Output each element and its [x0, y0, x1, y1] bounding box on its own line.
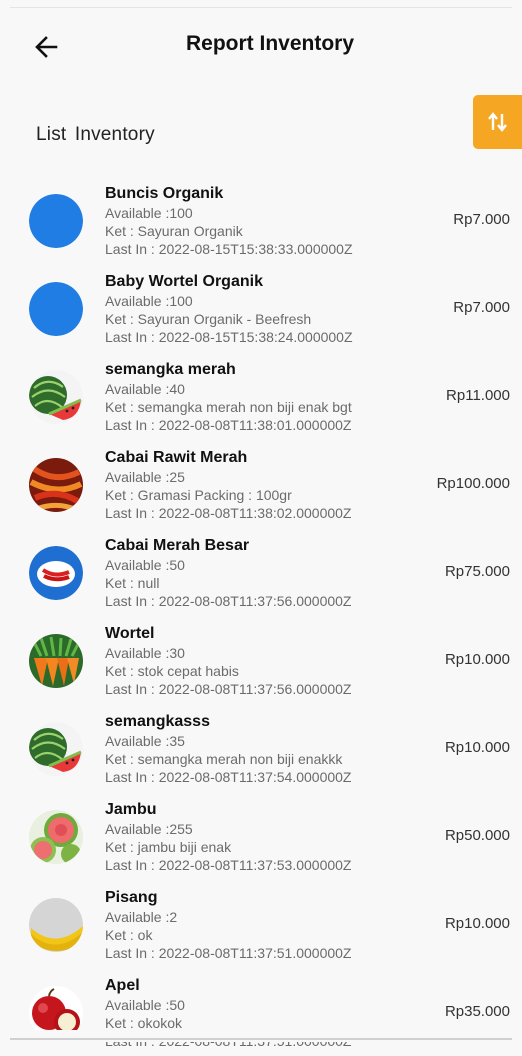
product-price: Rp11.000: [446, 387, 510, 404]
product-last-in: Last In : 2022-08-08T11:37:56.000000Z: [105, 593, 352, 609]
product-ket: Ket : jambu biji enak: [105, 839, 232, 855]
product-name: Jambu: [105, 801, 157, 818]
product-info: Cabai Merah Besar Available :50 Ket : null…: [105, 534, 425, 610]
product-info: semangka merah Available :40 Ket : semangk…: [105, 358, 425, 434]
product-available: Available :255: [105, 821, 193, 837]
product-name: Wortel: [105, 625, 155, 642]
product-ket: Ket : semangka merah non biji enakkk: [105, 751, 343, 767]
product-last-in: Last In : 2022-08-08T11:38:01.000000Z: [105, 417, 352, 433]
product-available: Available :25: [105, 469, 185, 485]
product-ket: Ket : stok cepat habis: [105, 663, 239, 679]
product-name: Cabai Merah Besar: [105, 537, 250, 554]
product-name: Apel: [105, 977, 140, 994]
list-item[interactable]: semangkasss Available :35 Ket : semangka m…: [0, 710, 522, 792]
product-price: Rp10.000: [444, 915, 510, 932]
nav-divider: [10, 1038, 512, 1040]
product-name: Baby Wortel Organik: [105, 273, 263, 290]
product-ket: Ket : semangka merah non biji enak bgt: [105, 399, 352, 415]
product-price: Rp10.000: [444, 739, 510, 756]
product-image: [29, 282, 83, 336]
product-available: Available :40: [105, 381, 185, 397]
product-price: Rp75.000: [444, 563, 510, 580]
product-info: Baby Wortel Organik Available :100 Ket : S…: [105, 270, 425, 346]
product-last-in: Last In : 2022-08-08T11:37:51.000000Z: [105, 945, 352, 961]
product-image: [29, 458, 83, 512]
product-price: Rp10.000: [444, 651, 510, 668]
product-info: Buncis Organik Available :100 Ket : Sayura…: [105, 182, 425, 258]
product-available: Available :50: [105, 557, 185, 573]
product-ket: Ket : null: [105, 575, 160, 591]
product-image: [29, 194, 83, 248]
product-ket: Ket : Gramasi Packing : 100gr: [105, 487, 292, 503]
list-item[interactable]: Cabai Rawit Merah Available :25 Ket : Gram…: [0, 446, 522, 528]
list-item[interactable]: Buncis Organik Available :100 Ket : Sayura…: [0, 182, 522, 264]
product-available: Available :30: [105, 645, 185, 661]
list-item[interactable]: Jambu Available :255 Ket : jambu biji enak…: [0, 798, 522, 880]
product-image: [29, 546, 83, 600]
product-info: semangkasss Available :35 Ket : semangka m…: [105, 710, 425, 786]
product-image: [29, 722, 83, 776]
page-title: Report Inventory: [185, 32, 355, 55]
product-available: Available :2: [105, 909, 178, 925]
app-bar: Report Inventory: [0, 8, 522, 82]
product-last-in: Last In : 2022-08-08T11:38:02.000000Z: [105, 505, 352, 521]
product-available: Available :100: [105, 293, 193, 309]
list-item[interactable]: Baby Wortel Organik Available :100 Ket : S…: [0, 270, 522, 352]
product-image: [29, 898, 83, 952]
product-last-in: Last In : 2022-08-08T11:37:56.000000Z: [105, 681, 352, 697]
product-image: [29, 634, 83, 688]
sort-arrows-icon: [488, 112, 507, 132]
product-ket: Ket : Sayuran Organik - Beefresh: [105, 311, 312, 327]
product-ket: Ket : Sayuran Organik: [105, 223, 243, 239]
product-name: Pisang: [105, 889, 158, 906]
list-item[interactable]: Cabai Merah Besar Available :50 Ket : null…: [0, 534, 522, 616]
product-last-in: Last In : 2022-08-08T11:37:54.000000Z: [105, 769, 352, 785]
product-name: Cabai Rawit Merah: [105, 449, 248, 466]
list-item[interactable]: Wortel Available :30 Ket : stok cepat habi…: [0, 622, 522, 704]
product-price: Rp35.000: [444, 1003, 510, 1020]
list-item[interactable]: semangka merah Available :40 Ket : semangk…: [0, 358, 522, 440]
product-name: semangkasss: [105, 713, 210, 730]
product-last-in: Last In : 2022-08-08T11:37:53.000000Z: [105, 857, 352, 873]
product-info: Jambu Available :255 Ket : jambu biji enak…: [105, 798, 425, 874]
bottom-mask: [0, 1030, 522, 1042]
product-price: Rp7.000: [453, 299, 510, 316]
product-price: Rp50.000: [444, 827, 510, 844]
product-info: Cabai Rawit Merah Available :25 Ket : Gram…: [105, 446, 425, 522]
product-ket: Ket : ok: [105, 927, 153, 943]
product-info: Pisang Available :2 Ket : ok Last In : 2022…: [105, 886, 425, 962]
product-image: [29, 810, 83, 864]
list-item[interactable]: Pisang Available :2 Ket : ok Last In : 2022…: [0, 886, 522, 968]
product-info: Wortel Available :30 Ket : stok cepat habi…: [105, 622, 425, 698]
section-title: List Inventory: [36, 124, 155, 145]
sort-button[interactable]: [473, 95, 522, 149]
product-image: [29, 370, 83, 424]
product-name: Buncis Organik: [105, 185, 224, 202]
product-price: Rp100.000: [436, 475, 510, 492]
product-available: Available :35: [105, 733, 185, 749]
list-item[interactable]: ApelAvailable :50Ket : okokokLast In : 2…: [0, 974, 522, 1056]
product-available: Available :50: [105, 997, 185, 1013]
product-last-in: Last In : 2022-08-15T15:38:33.000000Z: [105, 241, 353, 257]
product-last-in: Last In : 2022-08-15T15:38:24.000000Z: [105, 329, 353, 345]
product-price: Rp7.000: [453, 211, 510, 228]
product-name: semangka merah: [105, 361, 236, 378]
product-available: Available :100: [105, 205, 193, 221]
